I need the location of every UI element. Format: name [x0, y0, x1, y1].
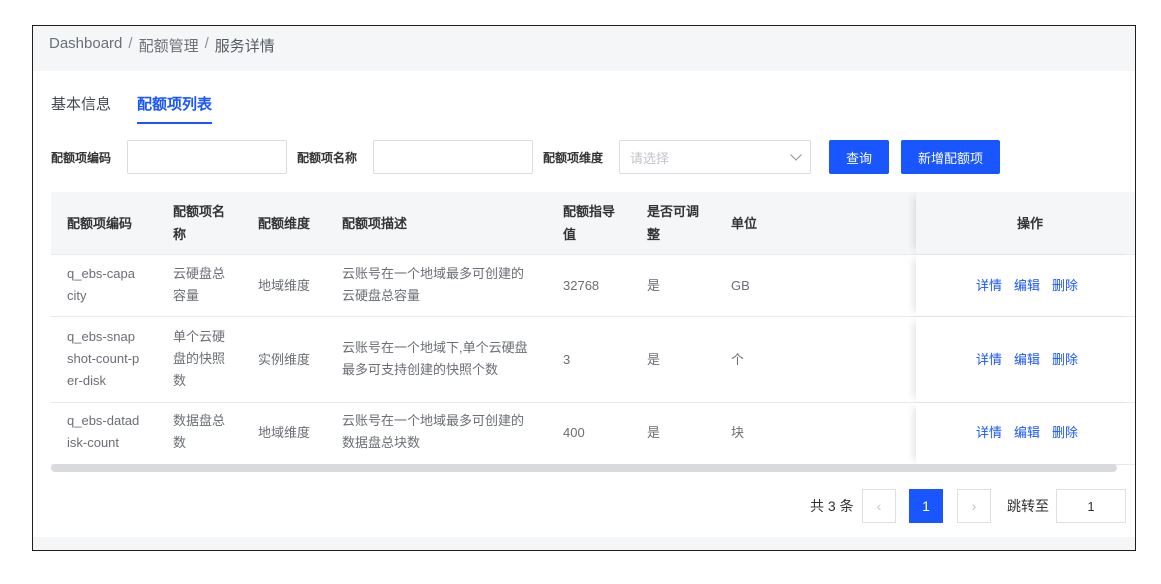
breadcrumb-dashboard[interactable]: Dashboard	[49, 35, 122, 52]
detail-link[interactable]: 详情	[976, 422, 1002, 444]
header-adjustable: 是否可调整	[647, 204, 700, 242]
table-header: 配额项编码 配额项名称 配额维度 配额项描述 配额指导值 是否可调整 单位 操作	[51, 192, 1135, 255]
tab-basic-info[interactable]: 基本信息	[51, 93, 111, 124]
delete-link[interactable]: 删除	[1052, 275, 1078, 297]
header-code: 配额项编码	[67, 216, 133, 231]
dimension-select-placeholder: 请选择	[630, 150, 670, 166]
dimension-filter-label: 配额项维度	[543, 151, 604, 165]
breadcrumb-separator: /	[128, 35, 133, 52]
table-row: q_ebs-datad isk-count 数据盘总数 地域维度 云账号在一个地域…	[51, 403, 1135, 465]
delete-link[interactable]: 删除	[1052, 349, 1078, 371]
filter-bar: 配额项编码 配额项名称 配额项维度 请选择 查询 新增配额项	[51, 140, 1131, 174]
total-count: 共 3 条	[810, 498, 854, 514]
row-code: q_ebs-snap shot-count-p er-disk	[67, 329, 140, 388]
breadcrumb: Dashboard / 配额管理 / 服务详情	[33, 26, 1135, 71]
pagination: 共 3 条 ‹ 1 › 跳转至 1	[33, 489, 1135, 523]
header-guide-value: 配额指导值	[563, 204, 616, 242]
jump-to-input[interactable]: 1	[1056, 489, 1126, 523]
row-dimension: 实例维度	[258, 352, 311, 367]
jump-to-label: 跳转至	[1007, 498, 1049, 514]
row-description: 云账号在一个地域下,单个云硬盘 最多可支持创建的快照个数	[342, 340, 528, 377]
row-actions: 详情 编辑 删除	[976, 275, 1078, 297]
table-row: q_ebs-snap shot-count-p er-disk 单个云硬 盘的快照数 …	[51, 317, 1135, 403]
delete-link[interactable]: 删除	[1052, 422, 1078, 444]
row-dimension: 地域维度	[258, 278, 311, 293]
row-code: q_ebs-datad isk-count	[67, 413, 140, 450]
header-unit: 单位	[731, 216, 758, 231]
content-card: 基本信息 配额项列表 配额项编码 配额项名称 配额项维度 请选择 查询 新增配额…	[33, 71, 1135, 537]
row-unit: 块	[731, 425, 745, 440]
header-ops: 操作	[1017, 216, 1044, 231]
row-guide-value: 400	[563, 425, 585, 440]
next-page-button[interactable]: ›	[957, 489, 991, 523]
row-ops-column: 详情 编辑 删除	[916, 403, 1135, 464]
header-name: 配额项名称	[173, 204, 226, 242]
header-dimension: 配额维度	[258, 216, 311, 231]
breadcrumb-quota-management[interactable]: 配额管理	[139, 35, 199, 56]
row-name: 云硬盘总 容量	[173, 266, 226, 303]
name-filter-label: 配额项名称	[297, 151, 358, 165]
chevron-left-icon: ‹	[876, 498, 882, 514]
quota-table: 配额项编码 配额项名称 配额维度 配额项描述 配额指导值 是否可调整 单位 操作	[51, 192, 1135, 472]
breadcrumb-separator: /	[204, 35, 209, 52]
row-description: 云账号在一个地域最多可创建的 数据盘总块数	[342, 413, 525, 450]
breadcrumb-service-detail: 服务详情	[214, 38, 275, 55]
add-quota-button[interactable]: 新增配额项	[901, 140, 1000, 174]
row-guide-value: 3	[563, 352, 571, 367]
table-row: q_ebs-capa city 云硬盘总 容量 地域维度 云账号在一个地域最多可创建…	[51, 255, 1135, 317]
row-guide-value: 32768	[563, 278, 600, 293]
code-filter-input[interactable]	[127, 140, 287, 174]
row-code: q_ebs-capa city	[67, 266, 135, 303]
prev-page-button[interactable]: ‹	[862, 489, 896, 523]
code-filter-label: 配额项编码	[51, 151, 112, 165]
app-frame: Dashboard / 配额管理 / 服务详情 基本信息 配额项列表 配额项编码…	[32, 25, 1136, 551]
name-filter-input[interactable]	[373, 140, 533, 174]
header-description: 配额项描述	[342, 216, 408, 231]
row-description: 云账号在一个地域最多可创建的 云硬盘总容量	[342, 266, 525, 303]
tab-quota-list[interactable]: 配额项列表	[137, 93, 213, 124]
row-ops-column: 详情 编辑 删除	[916, 317, 1135, 402]
row-adjustable: 是	[647, 278, 661, 293]
row-ops-column: 详情 编辑 删除	[916, 255, 1135, 316]
row-unit: 个	[731, 352, 745, 367]
row-adjustable: 是	[647, 352, 661, 367]
row-unit: GB	[731, 278, 750, 293]
dimension-select[interactable]: 请选择	[619, 140, 811, 174]
detail-link[interactable]: 详情	[976, 275, 1002, 297]
page-1-button[interactable]: 1	[909, 489, 943, 523]
row-adjustable: 是	[647, 425, 661, 440]
query-button[interactable]: 查询	[829, 140, 889, 174]
row-name: 数据盘总数	[173, 413, 226, 450]
row-name: 单个云硬 盘的快照数	[173, 329, 226, 388]
detail-link[interactable]: 详情	[976, 349, 1002, 371]
tab-bar: 基本信息 配额项列表	[51, 93, 213, 124]
row-actions: 详情 编辑 删除	[976, 422, 1078, 444]
header-ops-column: 操作	[916, 192, 1135, 254]
row-actions: 详情 编辑 删除	[976, 349, 1078, 371]
edit-link[interactable]: 编辑	[1014, 422, 1040, 444]
edit-link[interactable]: 编辑	[1014, 275, 1040, 297]
edit-link[interactable]: 编辑	[1014, 349, 1040, 371]
row-dimension: 地域维度	[258, 425, 311, 440]
horizontal-scrollbar[interactable]	[51, 464, 1117, 472]
chevron-right-icon: ›	[971, 498, 977, 514]
chevron-down-icon	[790, 148, 802, 161]
